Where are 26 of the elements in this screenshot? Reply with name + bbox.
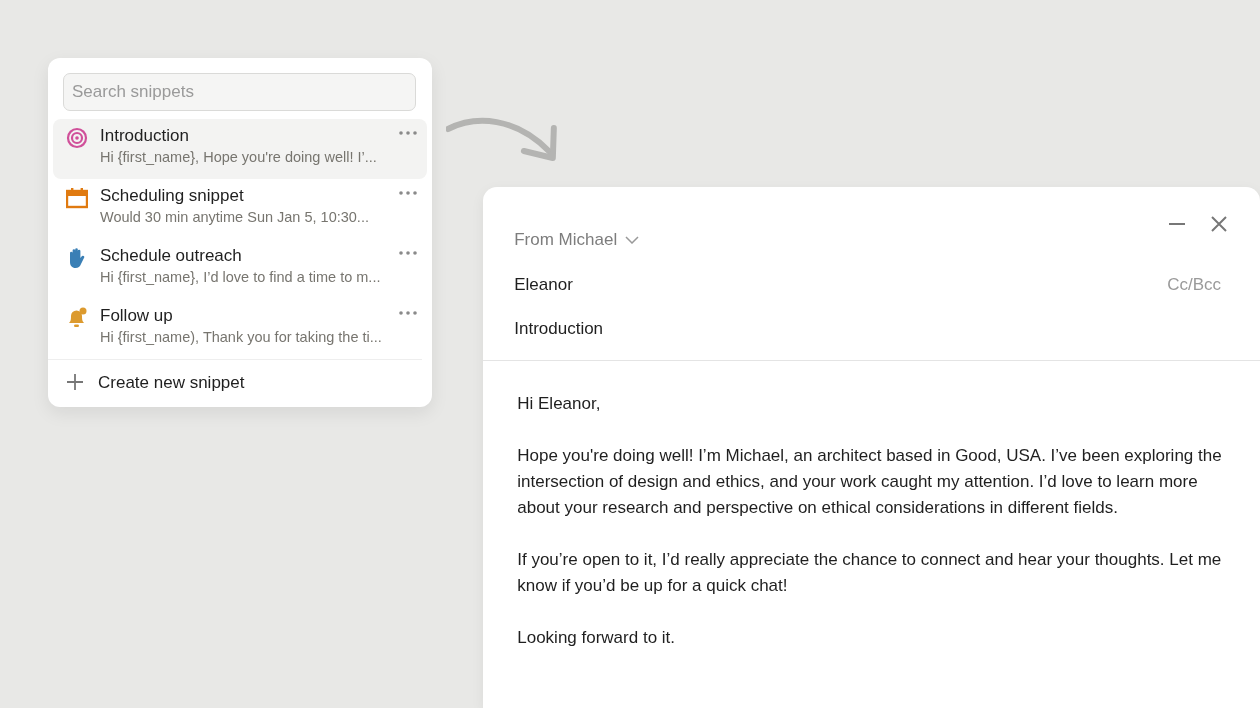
- snippet-preview: Hi {first_name), Thank you for taking the ti...: [100, 327, 382, 347]
- snippet-item[interactable]: Introduction Hi {first_name}, Hope you're doing well! I’...: [53, 118, 428, 179]
- close-icon: [1210, 215, 1228, 233]
- recipient-field[interactable]: Eleanor: [514, 271, 573, 297]
- snippet-title: Follow up: [100, 304, 174, 327]
- body-paragraph: Hope you're doing well! I’m Michael, an architect based in Good, USA. I’ve been exploring the intersection of design and ethics, and your work caught my attention. I’d love to learn more about your research and perspective on ethical considerations in different fields.: [517, 444, 1223, 519]
- plus-icon: [66, 373, 84, 392]
- snippet-item[interactable]: Scheduling snippet Would 30 min anytime Sun Jan 5, 10:30...: [53, 178, 428, 239]
- body-paragraph: Looking forward to it.: [517, 626, 677, 649]
- subject-field[interactable]: Introduction: [514, 316, 604, 342]
- minimize-button[interactable]: [1166, 221, 1188, 227]
- chevron-down-icon: [625, 235, 640, 244]
- snippet-title: Introduction: [100, 124, 190, 147]
- snippet-preview: Hi {first_name}, Hope you're doing well! I’...: [100, 147, 377, 167]
- snippet-title: Schedule outreach: [100, 244, 243, 267]
- body-paragraph: If you’re open to it, I’d really appreciate the chance to connect and hear your thoughts. Let me know if you’d be up for a quick chat!: [517, 548, 1223, 597]
- create-snippet-button[interactable]: Create new snippet: [48, 358, 423, 401]
- snippet-preview: Hi {first_name}, I’d love to find a time to m...: [100, 267, 381, 287]
- snippet-preview: Would 30 min anytime Sun Jan 5, 10:30...: [100, 207, 369, 227]
- snippet-title: Scheduling snippet: [100, 184, 245, 207]
- snippet-item[interactable]: Follow up Hi {first_name), Thank you for taking the ti...: [53, 298, 428, 359]
- snippet-item[interactable]: Schedule outreach Hi {first_name}, I’d love to find a time to m...: [53, 238, 428, 299]
- search-field[interactable]: Search snippets: [63, 73, 417, 111]
- minimize-icon: [1168, 223, 1186, 225]
- from-dropdown[interactable]: From Michael: [514, 227, 640, 253]
- body-paragraph: Hi Eleanor,: [517, 392, 602, 415]
